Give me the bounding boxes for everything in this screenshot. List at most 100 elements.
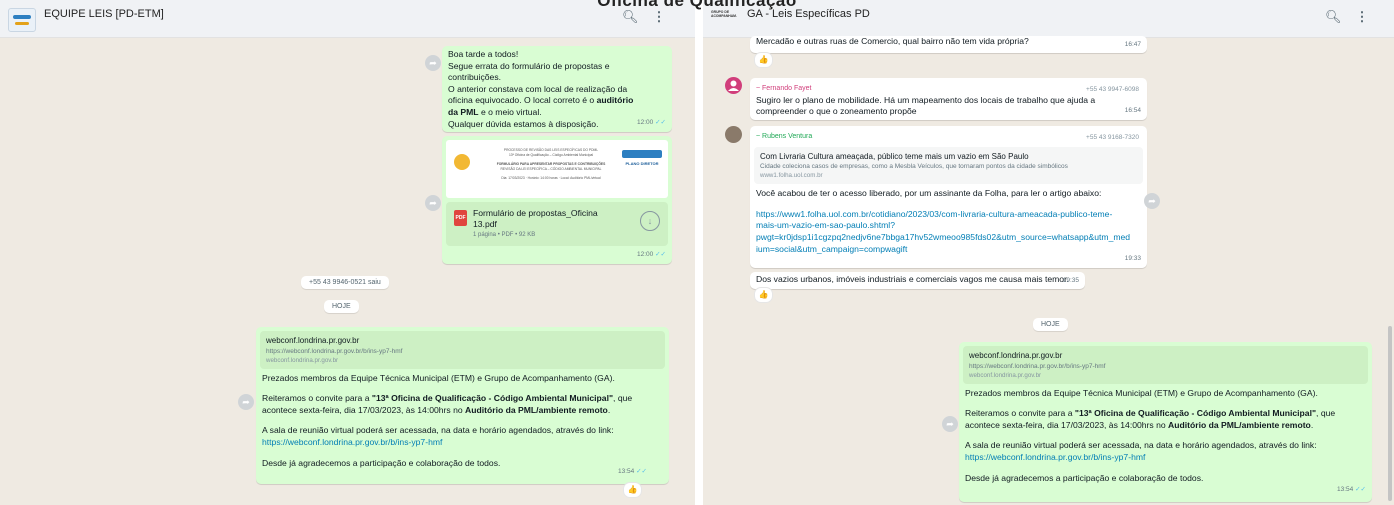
message-time: 19:33 (1124, 255, 1141, 263)
message-link[interactable]: mais-um-vazio-em-sao-paulo.shtml? (756, 220, 1141, 232)
preview-domain: www1.folha.uol.com.br (760, 172, 823, 180)
message-text: . (1310, 419, 1314, 430)
menu-dots-icon[interactable]: ⋮ (1354, 9, 1370, 25)
message-link[interactable]: https://webconf.londrina.pr.gov.br/b/ins… (262, 437, 663, 449)
message-line: acontece sexta-feira, dia 17/03/2023, às… (965, 420, 1366, 432)
document-message[interactable]: PROCESSO DE REVISÃO DAS LEIS ESPECÍFICAS… (442, 136, 672, 264)
city-logo-icon (454, 154, 470, 170)
link-preview[interactable]: webconf.londrina.pr.gov.br https://webco… (963, 346, 1368, 384)
message-text: , que (1316, 408, 1336, 419)
message-bold: auditório (596, 95, 634, 106)
message-time: 16:47 (1124, 41, 1141, 49)
thumb-logo-text: PLANO DIRETOR (625, 161, 659, 166)
forward-icon[interactable]: ➦ (238, 394, 254, 410)
document-thumbnail[interactable]: PROCESSO DE REVISÃO DAS LEIS ESPECÍFICAS… (446, 140, 668, 198)
message-text: Reiteramos o convite para a (965, 408, 1075, 419)
forward-icon[interactable]: ➦ (425, 55, 441, 71)
reaction-thumbs-up[interactable]: 👍 (754, 52, 773, 68)
message-bubble[interactable]: Boa tarde a todos! Segue errata do formu… (442, 46, 672, 132)
double-check-icon: ✓✓ (655, 251, 666, 259)
message-list[interactable]: Mercadão e outras ruas de Comercio, qual… (703, 36, 1394, 505)
message-time: 13:54 ✓✓ (618, 468, 647, 476)
sender-phone: +55 43 9947-6098 (1086, 86, 1139, 93)
message-link[interactable]: https://webconf.londrina.pr.gov.br/b/ins… (965, 452, 1366, 464)
message-bubble[interactable]: Mercadão e outras ruas de Comercio, qual… (750, 36, 1147, 53)
message-text: acontece sexta-feira, dia 17/03/2023, às… (965, 419, 1169, 430)
left-chat-window: EQUIPE LEIS [PD-ETM] 🔍︎ ⋮ ➦ Boa tarde a … (0, 0, 695, 505)
message-time: 12:00 ✓✓ (637, 251, 666, 259)
reaction-thumbs-up[interactable]: 👍 (754, 287, 773, 303)
message-bold: da PML (448, 106, 479, 117)
avatar[interactable] (725, 77, 742, 94)
forward-icon[interactable]: ➦ (1144, 193, 1160, 209)
message-line: Segue errata do formulário de propostas … (448, 60, 610, 71)
message-bubble[interactable]: Dos vazios urbanos, imóveis industriais … (750, 272, 1085, 289)
forward-icon[interactable]: ➦ (942, 416, 958, 432)
message-line: Reiteramos o convite para a "13ª Oficina… (965, 408, 1366, 420)
message-line: Qualquer dúvida estamos à disposição. (448, 118, 599, 129)
thumb-text: PROCESSO DE REVISÃO DAS LEIS ESPECÍFICAS… (503, 148, 599, 152)
file-meta: 1 página • PDF • 92 KB (473, 232, 536, 238)
message-text: Reiteramos o convite para a (262, 393, 372, 404)
file-name: Formulário de propostas_Oficina (473, 208, 598, 218)
message-bold: "13ª Oficina de Qualificação - Código Am… (371, 393, 614, 404)
message-line: A sala de reunião virtual poderá ser ace… (262, 425, 614, 436)
preview-domain: webconf.londrina.pr.gov.br (969, 371, 1042, 379)
message-list[interactable]: ➦ Boa tarde a todos! Segue errata do for… (0, 38, 695, 505)
message-link[interactable]: https://www1.folha.uol.com.br/cotidiano/… (756, 209, 1141, 221)
preview-domain: webconf.londrina.pr.gov.br (266, 356, 339, 364)
sender-phone: +55 43 9168-7320 (1086, 134, 1139, 141)
reaction-thumbs-up[interactable]: 👍 (623, 482, 642, 498)
message-line: Prezados membros da Equipe Técnica Munic… (965, 387, 1318, 398)
preview-description: https://webconf.londrina.pr.gov.br/b/ins… (969, 362, 1106, 370)
message-line: Reiteramos o convite para a "13ª Oficina… (262, 393, 663, 405)
thumb-text: REVISÃO DA LEI ESPECÍFICA – CÓDIGO AMBIE… (500, 166, 602, 171)
message-line: Desde já agradecemos a participação e co… (262, 457, 501, 468)
right-chat-window: GRUPO DE ACOMPANHAM. GA - Leis Específic… (703, 0, 1394, 505)
double-check-icon: ✓✓ (1355, 486, 1366, 494)
message-bubble[interactable]: ~ Fernando Fayet +55 43 9947-6098 Sugiro… (750, 78, 1147, 120)
message-text: Você acabou de ter o acesso liberado, po… (756, 188, 1102, 199)
thumb-text: FORMULÁRIO PARA APRESENTAR PROPOSTAS E C… (496, 162, 606, 166)
message-text: Dos vazios urbanos, imóveis industriais … (756, 274, 1069, 284)
message-bold: Auditório da PML/ambiente remoto (1168, 419, 1311, 430)
forward-icon[interactable]: ➦ (425, 195, 441, 211)
message-time: 16:54 (1124, 107, 1141, 115)
avatar[interactable] (725, 126, 742, 143)
message-bubble[interactable]: ~ Rubens Ventura +55 43 9168-7320 Com Li… (750, 126, 1147, 268)
document-file[interactable]: PDF Formulário de propostas_Oficina 13.p… (446, 202, 668, 246)
message-text: . (607, 404, 611, 415)
search-icon[interactable]: 🔍︎ (622, 9, 639, 25)
double-check-icon: ✓✓ (655, 119, 666, 127)
link-preview[interactable]: Com Livraria Cultura ameaçada, público t… (754, 146, 1143, 185)
message-line: da PML e o meio virtual. (448, 107, 666, 119)
message-time: 12:00 ✓✓ (637, 119, 666, 127)
thumb-text: Dia: 17/03/2023 · Horário: 14:00 horas ·… (501, 176, 601, 180)
message-line: Prezados membros da Equipe Técnica Munic… (262, 372, 615, 383)
overlay-title: Oficina de Qualificação (597, 0, 797, 10)
group-avatar[interactable] (8, 8, 36, 32)
file-name: 13.pdf (473, 219, 497, 229)
thumb-text: 13ª Oficina de Qualificação – Código Amb… (508, 152, 594, 157)
message-bubble[interactable]: webconf.londrina.pr.gov.br https://webco… (256, 327, 669, 484)
message-line: acontece sexta-feira, dia 17/03/2023, às… (262, 405, 663, 417)
message-line: oficina equivocado. O local correto é o … (448, 95, 666, 107)
search-icon[interactable]: 🔍︎ (1325, 9, 1342, 25)
message-time: 13:54 ✓✓ (1337, 486, 1366, 494)
message-line: Desde já agradecemos a participação e co… (965, 472, 1204, 483)
preview-title: webconf.londrina.pr.gov.br (266, 336, 360, 345)
double-check-icon: ✓✓ (636, 468, 647, 476)
message-bold: Auditório da PML/ambiente remoto (465, 404, 608, 415)
message-link[interactable]: pwgt=kr0jdsp1i1cgzpq2nedjv6ne7bbga17hv52… (756, 232, 1141, 244)
message-bubble[interactable]: webconf.londrina.pr.gov.br https://webco… (959, 342, 1372, 502)
download-icon[interactable]: ↓ (640, 211, 660, 231)
message-link[interactable]: ium=social&utm_campaign=compwagift (756, 244, 1141, 256)
link-preview[interactable]: webconf.londrina.pr.gov.br https://webco… (260, 331, 665, 369)
message-line: contribuições. (448, 72, 502, 83)
date-divider: HOJE (1033, 318, 1068, 331)
message-time: 19:35 (1062, 277, 1079, 285)
date-divider: HOJE (324, 300, 359, 313)
group-avatar[interactable]: GRUPO DE ACOMPANHAM. (711, 10, 739, 18)
scrollbar[interactable] (1388, 326, 1392, 501)
menu-dots-icon[interactable]: ⋮ (651, 9, 667, 25)
